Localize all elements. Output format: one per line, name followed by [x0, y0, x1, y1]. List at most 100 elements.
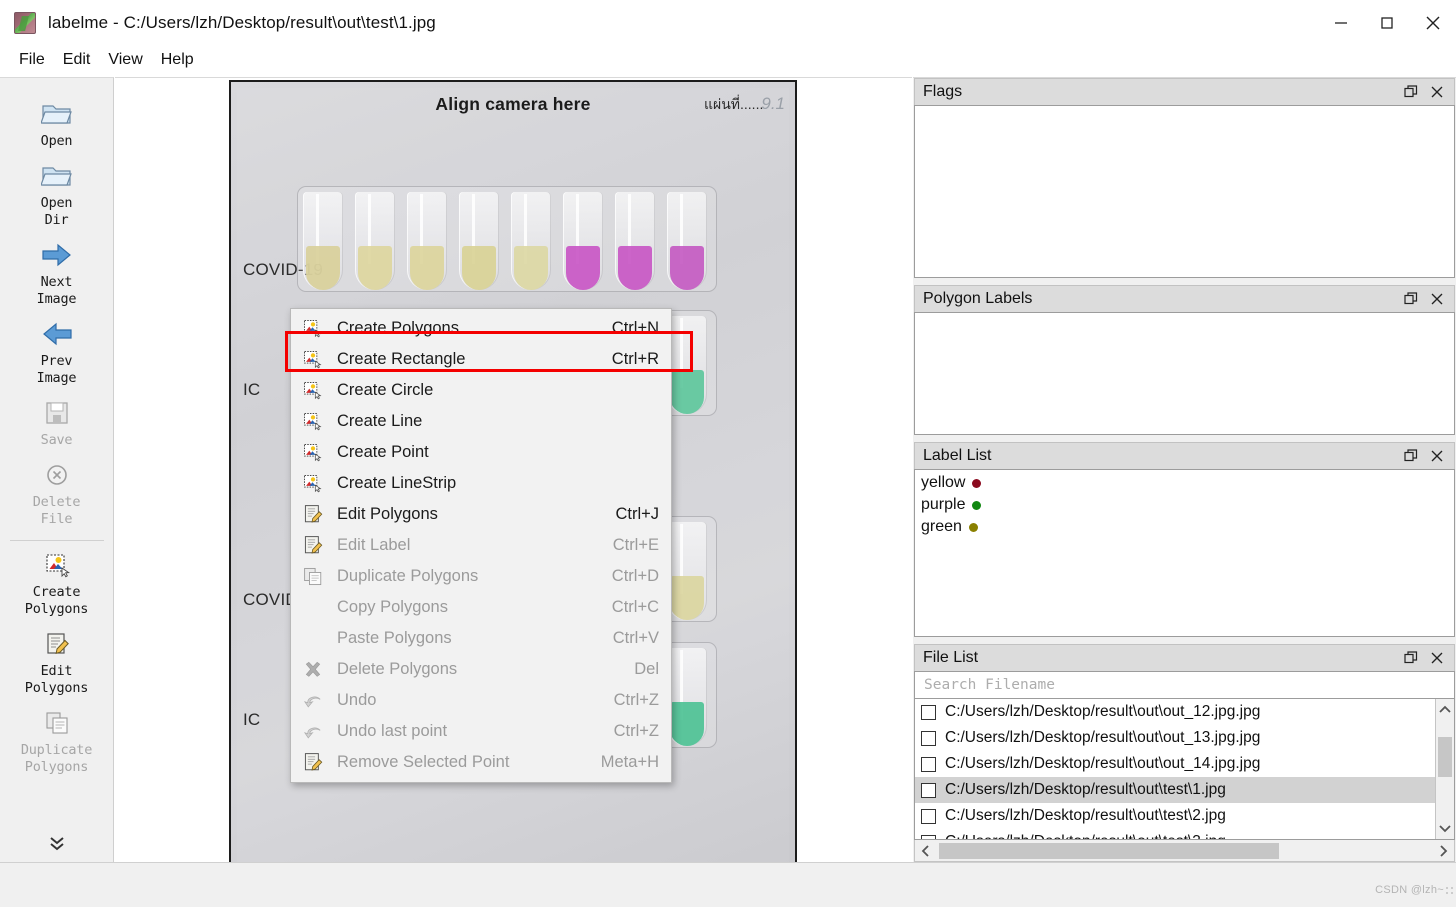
file-list-horizontal-scrollbar[interactable]: [914, 840, 1455, 862]
dock-gap: [913, 278, 1456, 285]
close-icon[interactable]: [1424, 646, 1450, 670]
toolbar-button-open-dir[interactable]: Open Dir: [2, 156, 112, 235]
toolbar-button-next-image[interactable]: Next Image: [2, 235, 112, 314]
file-list-item[interactable]: C:/Users/lzh/Desktop/result\out\out_12.j…: [915, 699, 1435, 725]
file-checkbox[interactable]: [921, 704, 936, 720]
menu-item-label: Edit Polygons: [337, 505, 438, 523]
file-list-item[interactable]: C:/Users/lzh/Desktop/result\out\test\1.j…: [915, 777, 1435, 803]
menu-item-create-linestrip[interactable]: Create LineStrip: [291, 468, 671, 499]
minimize-button[interactable]: [1318, 0, 1364, 45]
menu-bar: File Edit View Help: [0, 45, 1456, 75]
float-window-icon[interactable]: [1398, 287, 1424, 311]
duplicate-pages-icon: [40, 707, 74, 739]
thai-label: แผ่นที่......: [703, 96, 764, 112]
chevron-left-icon[interactable]: [915, 844, 937, 858]
close-icon[interactable]: [1424, 80, 1450, 104]
search-filename-box[interactable]: [914, 671, 1455, 698]
tube: [563, 192, 603, 290]
x-cross-icon: [301, 659, 325, 681]
menu-edit[interactable]: Edit: [54, 48, 100, 72]
close-button[interactable]: [1410, 0, 1456, 45]
float-window-icon[interactable]: [1398, 80, 1424, 104]
file-list-item[interactable]: C:/Users/lzh/Desktop/result\out\test\2.j…: [915, 803, 1435, 829]
file-path-label: C:/Users/lzh/Desktop/result\out\test\3.j…: [945, 833, 1226, 839]
toolbar-label-prev-image: Prev Image: [36, 353, 77, 386]
search-input[interactable]: [922, 676, 1447, 694]
toolbar-button-edit-polygons[interactable]: Edit Polygons: [2, 624, 112, 703]
toolbar-button-create-polygons[interactable]: Create Polygons: [2, 545, 112, 624]
menu-item-create-rectangle[interactable]: Create Rectangle Ctrl+R: [291, 344, 671, 375]
menu-item-delete-polygons: Delete Polygons Del: [291, 654, 671, 685]
file-checkbox[interactable]: [921, 756, 936, 772]
toolbar-button-prev-image[interactable]: Prev Image: [2, 314, 112, 393]
file-checkbox[interactable]: [921, 730, 936, 746]
menu-item-shortcut: Meta+H: [600, 753, 659, 771]
row-label-ic-2: IC: [243, 710, 261, 729]
flags-list[interactable]: [914, 105, 1455, 278]
window-controls: [1318, 0, 1456, 45]
flags-dock: Flags: [914, 78, 1455, 278]
label-color-dot: [972, 478, 982, 488]
context-menu[interactable]: Create Polygons Ctrl+N Create Rectangle Ctr…: [290, 308, 672, 783]
tube: [459, 192, 499, 290]
scrollbar-thumb[interactable]: [939, 842, 1279, 859]
scrollbar-track[interactable]: [937, 842, 1432, 859]
delete-circle-icon: [40, 459, 74, 491]
toolbar-button-open[interactable]: Open: [2, 94, 112, 156]
file-list-item[interactable]: C:/Users/lzh/Desktop/result\out\test\3.j…: [915, 829, 1435, 839]
polygon-labels-dock-title: Polygon Labels: [914, 285, 1455, 312]
menu-item-edit-polygons[interactable]: Edit Polygons Ctrl+J: [291, 499, 671, 530]
menu-item-label: Create LineStrip: [337, 474, 457, 492]
polygon-labels-list[interactable]: [914, 312, 1455, 435]
window-title: labelme - C:/Users/lzh/Desktop/result\ou…: [48, 12, 436, 32]
polygon-labels-dock: Polygon Labels: [914, 285, 1455, 435]
file-list-body[interactable]: C:/Users/lzh/Desktop/result\out\out_12.j…: [914, 698, 1455, 840]
toolbar-expand-button[interactable]: [42, 832, 72, 854]
undo-arrow-icon: [301, 721, 325, 743]
close-icon[interactable]: [1424, 444, 1450, 468]
file-path-label: C:/Users/lzh/Desktop/result\out\test\2.j…: [945, 807, 1226, 824]
file-checkbox[interactable]: [921, 782, 936, 798]
toolbar-label-open-dir: Open Dir: [40, 195, 73, 228]
menu-item-create-polygons[interactable]: Create Polygons Ctrl+N: [291, 313, 671, 344]
file-list-item[interactable]: C:/Users/lzh/Desktop/result\out\out_13.j…: [915, 725, 1435, 751]
maximize-button[interactable]: [1364, 0, 1410, 45]
chevron-down-icon[interactable]: [1436, 817, 1454, 839]
label-color-dot: [968, 522, 978, 532]
file-list-rows[interactable]: C:/Users/lzh/Desktop/result\out\out_12.j…: [915, 699, 1435, 839]
file-checkbox[interactable]: [921, 834, 936, 839]
label-list[interactable]: yellow purple green: [914, 469, 1455, 637]
scrollbar-thumb[interactable]: [1438, 737, 1452, 777]
chevron-up-icon[interactable]: [1436, 699, 1454, 721]
float-window-icon[interactable]: [1398, 444, 1424, 468]
menu-item-create-line[interactable]: Create Line: [291, 406, 671, 437]
menu-item-label: Create Line: [337, 412, 423, 430]
file-list-vertical-scrollbar[interactable]: [1435, 699, 1454, 839]
file-checkbox[interactable]: [921, 808, 936, 824]
file-list-item[interactable]: C:/Users/lzh/Desktop/result\out\out_14.j…: [915, 751, 1435, 777]
right-dock-panel: Flags Polygon Labels Label List yellow p…: [913, 77, 1456, 862]
label-list-item[interactable]: yellow: [915, 472, 1454, 494]
chevron-right-icon[interactable]: [1432, 844, 1454, 858]
menu-item-shortcut: Ctrl+N: [611, 319, 659, 337]
menu-view[interactable]: View: [99, 48, 151, 72]
left-toolbar: Open Open Dir Next Image Prev Image Save…: [0, 77, 114, 862]
menu-item-shortcut: Ctrl+J: [615, 505, 659, 523]
polygon-labels-title-label: Polygon Labels: [923, 290, 1033, 307]
menu-item-label: Remove Selected Point: [337, 753, 510, 771]
toolbar-label-open: Open: [40, 133, 73, 149]
toolbar-button-delete-file: Delete File: [2, 455, 112, 534]
menu-help[interactable]: Help: [152, 48, 203, 72]
label-list-item[interactable]: green: [915, 516, 1454, 538]
menu-item-create-point[interactable]: Create Point: [291, 437, 671, 468]
file-path-label: C:/Users/lzh/Desktop/result\out\out_13.j…: [945, 729, 1261, 746]
float-window-icon[interactable]: [1398, 646, 1424, 670]
menu-item-duplicate-polygons: Duplicate Polygons Ctrl+D: [291, 561, 671, 592]
label-list-item[interactable]: purple: [915, 494, 1454, 516]
none: [301, 597, 325, 619]
tube: [667, 648, 707, 746]
close-icon[interactable]: [1424, 287, 1450, 311]
menu-item-paste-polygons: Paste Polygons Ctrl+V: [291, 623, 671, 654]
menu-item-create-circle[interactable]: Create Circle: [291, 375, 671, 406]
menu-file[interactable]: File: [10, 48, 54, 72]
